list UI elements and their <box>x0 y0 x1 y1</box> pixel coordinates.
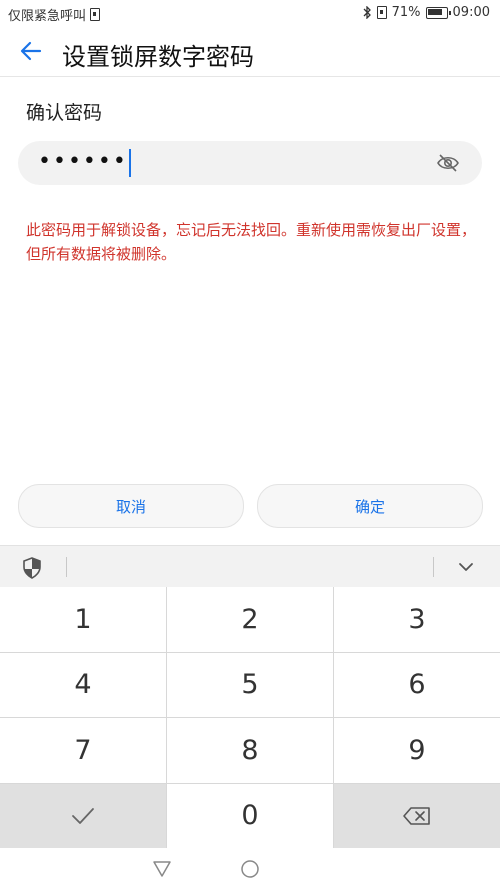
key-8[interactable]: 8 <box>167 718 333 783</box>
key-4[interactable]: 4 <box>0 652 166 717</box>
battery-percent: 71% <box>391 5 421 20</box>
toolbar-divider <box>66 557 67 577</box>
confirm-button[interactable]: 确定 <box>257 484 483 528</box>
confirm-password-label: 确认密码 <box>26 102 103 124</box>
back-arrow-icon[interactable] <box>18 38 44 64</box>
status-right: 71% 09:00 <box>362 5 490 20</box>
system-nav-bar <box>0 848 500 889</box>
key-2[interactable]: 2 <box>167 587 333 652</box>
nav-home-circle-icon[interactable] <box>240 859 260 879</box>
key-3[interactable]: 3 <box>334 587 500 652</box>
key-9[interactable]: 9 <box>334 718 500 783</box>
warning-text: 此密码用于解锁设备，忘记后无法找回。重新使用需恢复出厂设置，但所有数据将被删除。 <box>26 221 477 263</box>
text-caret <box>129 149 131 177</box>
nav-back-triangle-icon[interactable] <box>152 860 172 878</box>
status-left: 仅限紧急呼叫 <box>8 5 101 24</box>
keyboard-toolbar <box>0 545 500 588</box>
battery-icon <box>425 6 451 19</box>
shield-icon[interactable] <box>22 557 42 579</box>
cancel-button[interactable]: 取消 <box>18 484 244 528</box>
carrier-text: 仅限紧急呼叫 <box>8 9 87 24</box>
page-title: 设置锁屏数字密码 <box>62 43 254 71</box>
toolbar-divider <box>433 557 434 577</box>
delete-key[interactable] <box>334 783 500 848</box>
chevron-down-icon[interactable] <box>456 559 476 575</box>
checkmark-icon <box>72 807 94 824</box>
eye-off-icon[interactable] <box>436 152 460 174</box>
key-0[interactable]: 0 <box>167 783 333 848</box>
key-5[interactable]: 5 <box>167 652 333 717</box>
vibrate-icon <box>376 6 387 19</box>
enter-key[interactable] <box>0 783 166 848</box>
key-7[interactable]: 7 <box>0 718 166 783</box>
password-field[interactable]: •••••• <box>18 141 482 185</box>
clock: 09:00 <box>452 5 490 20</box>
password-value: •••••• <box>38 149 128 174</box>
sim-card-icon <box>90 8 101 21</box>
key-6[interactable]: 6 <box>334 652 500 717</box>
title-bar: 设置锁屏数字密码 <box>0 28 500 77</box>
backspace-icon <box>403 806 430 825</box>
bluetooth-icon <box>363 6 371 19</box>
numeric-keypad: 1 2 3 4 5 6 7 8 9 0 <box>0 587 500 848</box>
status-bar: 仅限紧急呼叫 71% 09:00 <box>0 0 500 28</box>
key-1[interactable]: 1 <box>0 587 166 652</box>
